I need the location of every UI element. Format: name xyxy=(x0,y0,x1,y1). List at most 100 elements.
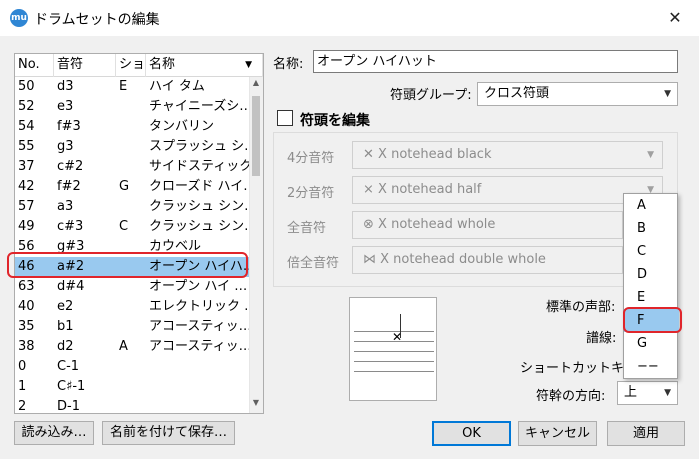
cell-name xyxy=(146,357,249,377)
cell-no: 42 xyxy=(18,179,35,194)
cell-name: クラッシュ シン… xyxy=(149,219,249,234)
cell-shortcut xyxy=(116,397,146,413)
notehead-group-select[interactable]: クロス符頭 ▼ xyxy=(477,82,678,106)
cell-name: エレクトリック … xyxy=(149,299,249,314)
table-row[interactable]: 2 D-1 xyxy=(15,397,249,414)
whole-notehead-select[interactable]: ⊗ X notehead whole xyxy=(352,211,623,239)
cell-shortcut xyxy=(116,357,146,377)
table-row[interactable]: 40 e2 エレクトリック … xyxy=(15,297,249,317)
cell-name: アコースティッ… xyxy=(149,339,249,354)
cell-name xyxy=(146,377,249,397)
cancel-button[interactable]: キャンセル xyxy=(518,421,597,446)
col-header-note[interactable]: 音符 xyxy=(54,54,116,77)
half-note-label: 2分音符 xyxy=(287,186,335,201)
table-row[interactable]: 49 c#3 C クラッシュ シン… xyxy=(15,217,249,237)
cell-no: 38 xyxy=(18,339,35,354)
col-header-no[interactable]: No. xyxy=(15,54,54,77)
name-input[interactable]: オープン ハイハット xyxy=(313,50,678,73)
table-row[interactable]: 38 d2 A アコースティッ… xyxy=(15,337,249,357)
double-whole-notehead-select[interactable]: ⋈ X notehead double whole xyxy=(352,246,623,274)
cell-shortcut xyxy=(116,97,146,117)
notehead-preview xyxy=(349,297,437,401)
shortcut-option[interactable]: A xyxy=(624,194,679,217)
chevron-down-icon: ▼ xyxy=(647,150,654,160)
stem-direction-label: 符幹の方向: xyxy=(536,389,606,404)
whole-note-label: 全音符 xyxy=(287,221,327,236)
shortcut-option[interactable]: D xyxy=(624,263,679,286)
cell-note: d#4 xyxy=(57,279,85,294)
table-row[interactable]: 35 b1 アコースティッ… xyxy=(15,317,249,337)
cell-note: d2 xyxy=(57,339,74,354)
cell-no: 1 xyxy=(18,379,27,394)
cell-shortcut xyxy=(116,317,146,337)
cell-note: g3 xyxy=(57,139,74,154)
cell-no: 40 xyxy=(18,299,35,314)
edit-noteheads-label: 符頭を編集 xyxy=(300,110,374,130)
table-row[interactable]: 57 a3 クラッシュ シン… xyxy=(15,197,249,217)
scroll-down-icon[interactable]: ▼ xyxy=(249,398,263,412)
highlight-selected-row xyxy=(7,252,248,278)
notehead-group-label: 符頭グループ: xyxy=(390,88,472,103)
table-row[interactable]: 1 C♯-1 xyxy=(15,377,249,397)
shortcut-option[interactable]: G xyxy=(624,332,679,355)
half-notehead-select[interactable]: ⨯ X notehead half ▼ xyxy=(352,176,663,204)
cell-name: アコースティッ… xyxy=(149,319,249,334)
apply-button[interactable]: 適用 xyxy=(607,421,685,446)
table-row[interactable]: 55 g3 スプラッシュ シ… xyxy=(15,137,249,157)
staff-line xyxy=(354,351,434,352)
shortcut-option[interactable]: −− xyxy=(624,355,679,378)
scroll-thumb[interactable] xyxy=(252,96,260,176)
shortcut-option[interactable]: C xyxy=(624,240,679,263)
cell-no: 55 xyxy=(18,139,35,154)
cell-note: c#2 xyxy=(57,159,84,174)
cell-no: 2 xyxy=(18,399,27,414)
cell-shortcut: C xyxy=(119,219,129,234)
save-as-button[interactable]: 名前を付けて保存… xyxy=(102,421,235,445)
table-row[interactable]: 50 d3 E ハイ タム xyxy=(15,77,249,97)
sort-arrow-icon: ▼ xyxy=(245,60,252,70)
cell-note: d3 xyxy=(57,79,74,94)
table-row[interactable]: 63 d#4 オープン ハイ … xyxy=(15,277,249,297)
x-notehead-double-whole-icon: ⋈ xyxy=(363,252,376,267)
double-whole-note-label: 倍全音符 xyxy=(287,256,340,271)
cell-no: 37 xyxy=(18,159,35,174)
staff-line xyxy=(354,371,434,372)
window-title: ドラムセットの編集 xyxy=(34,12,160,28)
cell-note: D-1 xyxy=(57,399,80,414)
drum-table[interactable]: No. 音符 ショー 名称▼ 50 d3 E ハイ タム 52 e3 チャイニーズシ… 54 f… xyxy=(14,53,264,414)
cell-no: 54 xyxy=(18,119,35,134)
mu-logo-icon: mu xyxy=(10,9,28,27)
shortcut-dropdown[interactable]: A B C D E F G −− xyxy=(623,193,679,379)
cell-shortcut: G xyxy=(119,179,130,194)
cell-name: サイドスティック xyxy=(149,159,249,174)
name-label: 名称: xyxy=(273,57,304,72)
chevron-down-icon: ▼ xyxy=(664,89,671,99)
quarter-notehead-select[interactable]: ✕ X notehead black ▼ xyxy=(352,141,663,169)
cell-name: オープン ハイ … xyxy=(149,279,248,294)
shortcut-option[interactable]: E xyxy=(624,286,679,309)
highlight-shortcut-option xyxy=(623,307,682,333)
table-row[interactable]: 54 f#3 タンバリン xyxy=(15,117,249,137)
ok-button[interactable]: OK xyxy=(432,421,511,446)
cell-note: f#3 xyxy=(57,119,81,134)
close-button[interactable]: ✕ xyxy=(660,4,690,32)
col-header-name[interactable]: 名称 ▼ xyxy=(146,54,263,77)
scroll-up-icon[interactable]: ▲ xyxy=(249,78,263,92)
load-button[interactable]: 読み込み… xyxy=(14,421,94,445)
x-notehead-icon: ✕ xyxy=(363,147,374,162)
cell-shortcut xyxy=(116,117,146,137)
cell-note: e2 xyxy=(57,299,74,314)
line-label: 譜線: xyxy=(586,331,617,346)
table-row[interactable]: 0 C-1 xyxy=(15,357,249,377)
stem-direction-select[interactable]: 上 ▼ xyxy=(617,381,678,405)
cell-shortcut xyxy=(116,157,146,177)
table-row[interactable]: 42 f#2 G クローズド ハイ… xyxy=(15,177,249,197)
cell-no: 0 xyxy=(18,359,27,374)
cell-note: a3 xyxy=(57,199,74,214)
cell-name xyxy=(146,397,249,413)
table-row[interactable]: 52 e3 チャイニーズシ… xyxy=(15,97,249,117)
shortcut-option[interactable]: B xyxy=(624,217,679,240)
table-row[interactable]: 37 c#2 サイドスティック xyxy=(15,157,249,177)
col-header-shortcut[interactable]: ショー xyxy=(116,54,146,77)
edit-noteheads-checkbox[interactable] xyxy=(277,110,293,126)
